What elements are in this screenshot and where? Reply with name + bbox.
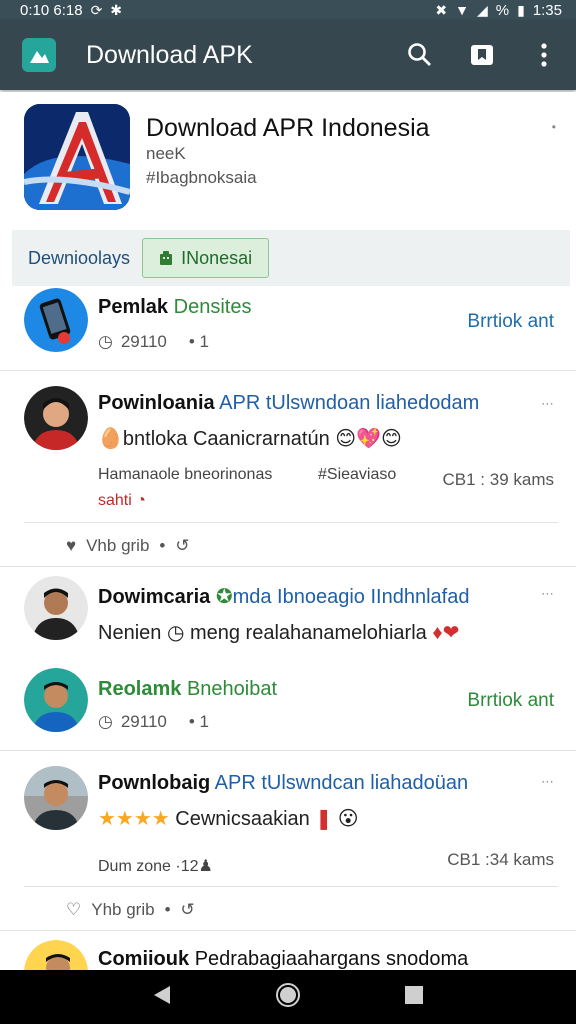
feed-item-title[interactable]: Reolamk Bnehoibat (98, 678, 277, 701)
heart-icon: ♥ (66, 536, 77, 555)
emoji-icon: ❚ (315, 808, 333, 830)
feed-item-meta: ◷ 29110 • 1 (98, 332, 209, 351)
avatar[interactable] (24, 668, 88, 732)
apk-logo-icon (24, 104, 130, 210)
recents-icon[interactable] (404, 985, 424, 1010)
divider (0, 370, 576, 371)
header-more-dot[interactable]: • (552, 120, 556, 134)
home-icon[interactable] (275, 982, 301, 1013)
signal-icon: ◢ (476, 2, 488, 18)
divider (0, 750, 576, 751)
more-icon[interactable]: ⋯ (541, 774, 554, 790)
feed-item-source: Hamanaole bneorinonas (98, 466, 273, 483)
avatar[interactable] (24, 576, 88, 640)
system-nav-bar (0, 970, 576, 1024)
feed-item-title[interactable]: Comiiouk Pedrabagiaahargans snodoma (98, 948, 468, 971)
avatar[interactable] (24, 288, 88, 352)
feed-item-tag: sahti ◔ (98, 492, 146, 509)
app-title: Download APK (86, 40, 253, 69)
sync-icon: ⟳ (90, 2, 103, 18)
tab-indonesia-chip[interactable]: INonesai (142, 238, 270, 278)
like-row[interactable]: ♥ Vhb grib • ↺ (66, 536, 190, 556)
feed-item-source: Dum zone ·12♟ (98, 858, 213, 875)
app-header-card: Download APR Indonesia neeK #Ibagbnoksai… (0, 92, 576, 228)
clock-icon: ◷ (98, 332, 113, 351)
star-icon: ★★★★ (98, 808, 170, 830)
apk-title: Download APR Indonesia (146, 114, 430, 142)
reply-icon[interactable]: ↺ (181, 900, 195, 920)
feed-item-text: Nenien ◷ meng realahanamelohiarla ♦❤ (98, 622, 460, 644)
app-bar: Download APK (0, 20, 576, 90)
feed-item-time: CB1 :34 kams (447, 850, 554, 869)
emoji-icon: 😊💖😊 (335, 428, 402, 450)
emoji-icon: 🥚 (98, 428, 123, 450)
mute-icon: ✖ (435, 2, 448, 18)
divider (24, 886, 558, 887)
app-logo-icon (22, 38, 56, 72)
feed-item-title[interactable]: Pownlobaig APR tUlswndcan liahadoüan (98, 772, 468, 795)
chip-label: INonesai (181, 247, 253, 268)
badge-icon: ◔ (136, 492, 146, 509)
more-icon[interactable]: ⋯ (541, 586, 554, 602)
reply-icon[interactable]: ↺ (175, 536, 189, 556)
search-icon[interactable] (406, 41, 434, 69)
apk-hashtag: #Ibagbnoksaia (146, 168, 257, 187)
tab-downloads[interactable]: Dewnioolays (28, 248, 130, 269)
feed-item-title[interactable]: Pemlak Densites (98, 296, 251, 319)
feed-item-meta: ◷ 29110 • 1 (98, 712, 209, 731)
feed-item-title[interactable]: Powinloania APR tUlswndoan liahedodam (98, 392, 479, 415)
divider (0, 566, 576, 567)
user-icon: ♟ (198, 858, 213, 875)
more-vert-icon[interactable] (530, 41, 558, 69)
battery-icon: ▮ (517, 2, 525, 18)
battery-percent: % (495, 1, 510, 19)
divider (0, 930, 576, 931)
feed-item-title[interactable]: Dowimcaria ✪mda Ibnoeagio IIndhnlafad (98, 584, 469, 609)
feed-item-hashtag[interactable]: #Sieaviaso (318, 466, 396, 484)
clock-icon: ◷ (166, 622, 185, 644)
download-link[interactable]: Brrtiok ant (467, 690, 554, 712)
feed-item-text: 🥚bntloka Caanicrarnatún 😊💖😊 (98, 428, 402, 450)
clock-icon: ◷ (98, 712, 113, 731)
like-row[interactable]: ♡ Yhb grib • ↺ (66, 900, 195, 920)
divider (24, 522, 558, 523)
verified-icon: ✪ (215, 586, 233, 608)
download-link[interactable]: Brrtiok ant (467, 311, 554, 333)
back-icon[interactable] (152, 984, 172, 1011)
apk-subtitle: neeK (146, 144, 186, 163)
notification-icon: ✱ (110, 2, 123, 18)
feed-item-time: CB1 : 39 kams (442, 470, 555, 489)
status-bar: 0:10 6:18 ⟳ ✱ ✖ ▼ ◢ % ▮ 1:35 (0, 0, 576, 20)
android-icon (160, 251, 173, 265)
emoji-icon: 😮 (337, 808, 359, 830)
wifi-icon: ▼ (455, 2, 469, 18)
filter-tabs: Dewnioolays INonesai (12, 230, 570, 286)
bookmark-icon[interactable] (468, 41, 496, 69)
feed-item-text: ★★★★ Cewnicsaakian ❚ 😮 (98, 808, 359, 830)
avatar[interactable] (24, 386, 88, 450)
heart-icon: ♡ (66, 900, 82, 919)
avatar[interactable] (24, 766, 88, 830)
more-icon[interactable]: ⋯ (541, 396, 554, 412)
emoji-icon: ♦❤ (432, 622, 460, 644)
status-time-left: 0:10 6:18 (20, 1, 83, 19)
status-time: 1:35 (532, 1, 562, 19)
